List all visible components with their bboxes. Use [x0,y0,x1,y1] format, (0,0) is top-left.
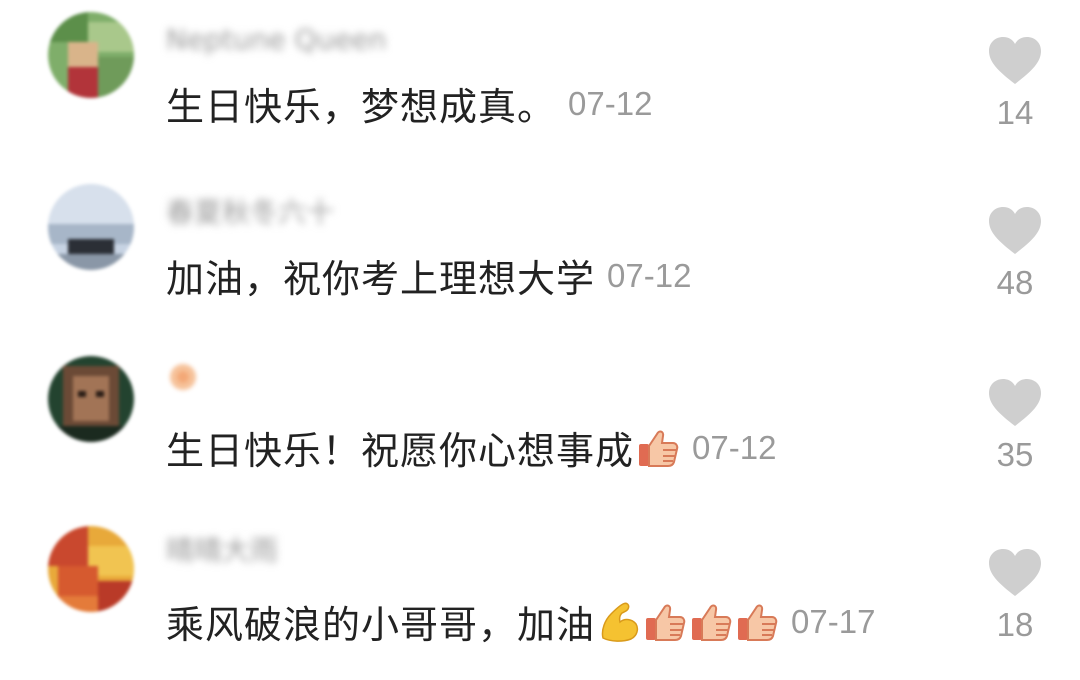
like-count: 18 [996,606,1034,643]
comment-item: 春夏秋冬六十 加油，祝你考上理想大学 07-12 48 [0,170,1080,340]
avatar[interactable] [48,526,134,612]
like-button[interactable]: 14 [985,36,1045,132]
like-count: 35 [996,436,1034,473]
avatar[interactable] [48,184,134,270]
username-text: Neptune Queen [166,22,387,56]
heart-icon [989,549,1041,596]
flexed-biceps-icon [601,602,639,642]
comment-text: 加油，祝你考上理想大学 [166,257,596,301]
comment-body: 生日快乐！祝愿你心想事成 07-12 [166,420,776,475]
heart-icon [989,37,1041,84]
comment-body: 加油，祝你考上理想大学 07-12 [166,248,691,303]
comment-item: 晴晴大雨 乘风破浪的小哥哥，加油 07-17 18 [0,510,1080,680]
thumbs-up-icon [738,604,778,641]
comment-date: 07-12 [692,428,777,466]
comment-text: 生日快乐！祝愿你心想事成 [166,429,635,473]
like-button[interactable]: 18 [985,548,1045,644]
comment-date: 07-17 [791,602,876,640]
comment-date: 07-12 [568,84,653,122]
like-button[interactable]: 35 [985,378,1045,474]
username[interactable]: 晴晴大雨 [166,534,278,567]
comment-item: Neptune Queen 生日快乐，梦想成真。 07-12 14 [0,0,1080,170]
comment-text: 乘风破浪的小哥哥，加油 [166,603,596,647]
avatar[interactable] [48,12,134,98]
comment-body: 乘风破浪的小哥哥，加油 07-17 [166,594,875,649]
thumbs-up-icon [646,604,686,641]
comment-text: 生日快乐，梦想成真。 [166,85,557,129]
like-count: 48 [996,264,1034,301]
heart-icon [989,379,1041,426]
thumbs-up-icon [639,430,679,467]
avatar[interactable] [48,356,134,442]
username-text: 晴晴大雨 [166,534,279,567]
username-text: 春夏秋冬六十 [166,196,335,229]
heart-icon [989,207,1041,254]
thumbs-up-icon [692,604,732,641]
comment-item: 生日快乐！祝愿你心想事成 07-12 35 [0,340,1080,510]
comment-date: 07-12 [607,256,692,294]
username-icon [170,364,196,390]
username[interactable]: 春夏秋冬六十 [166,196,334,229]
username[interactable]: Neptune Queen [166,22,387,56]
like-button[interactable]: 48 [985,206,1045,302]
comment-body: 生日快乐，梦想成真。 07-12 [166,76,652,131]
like-count: 14 [996,94,1034,131]
username[interactable] [166,362,206,392]
